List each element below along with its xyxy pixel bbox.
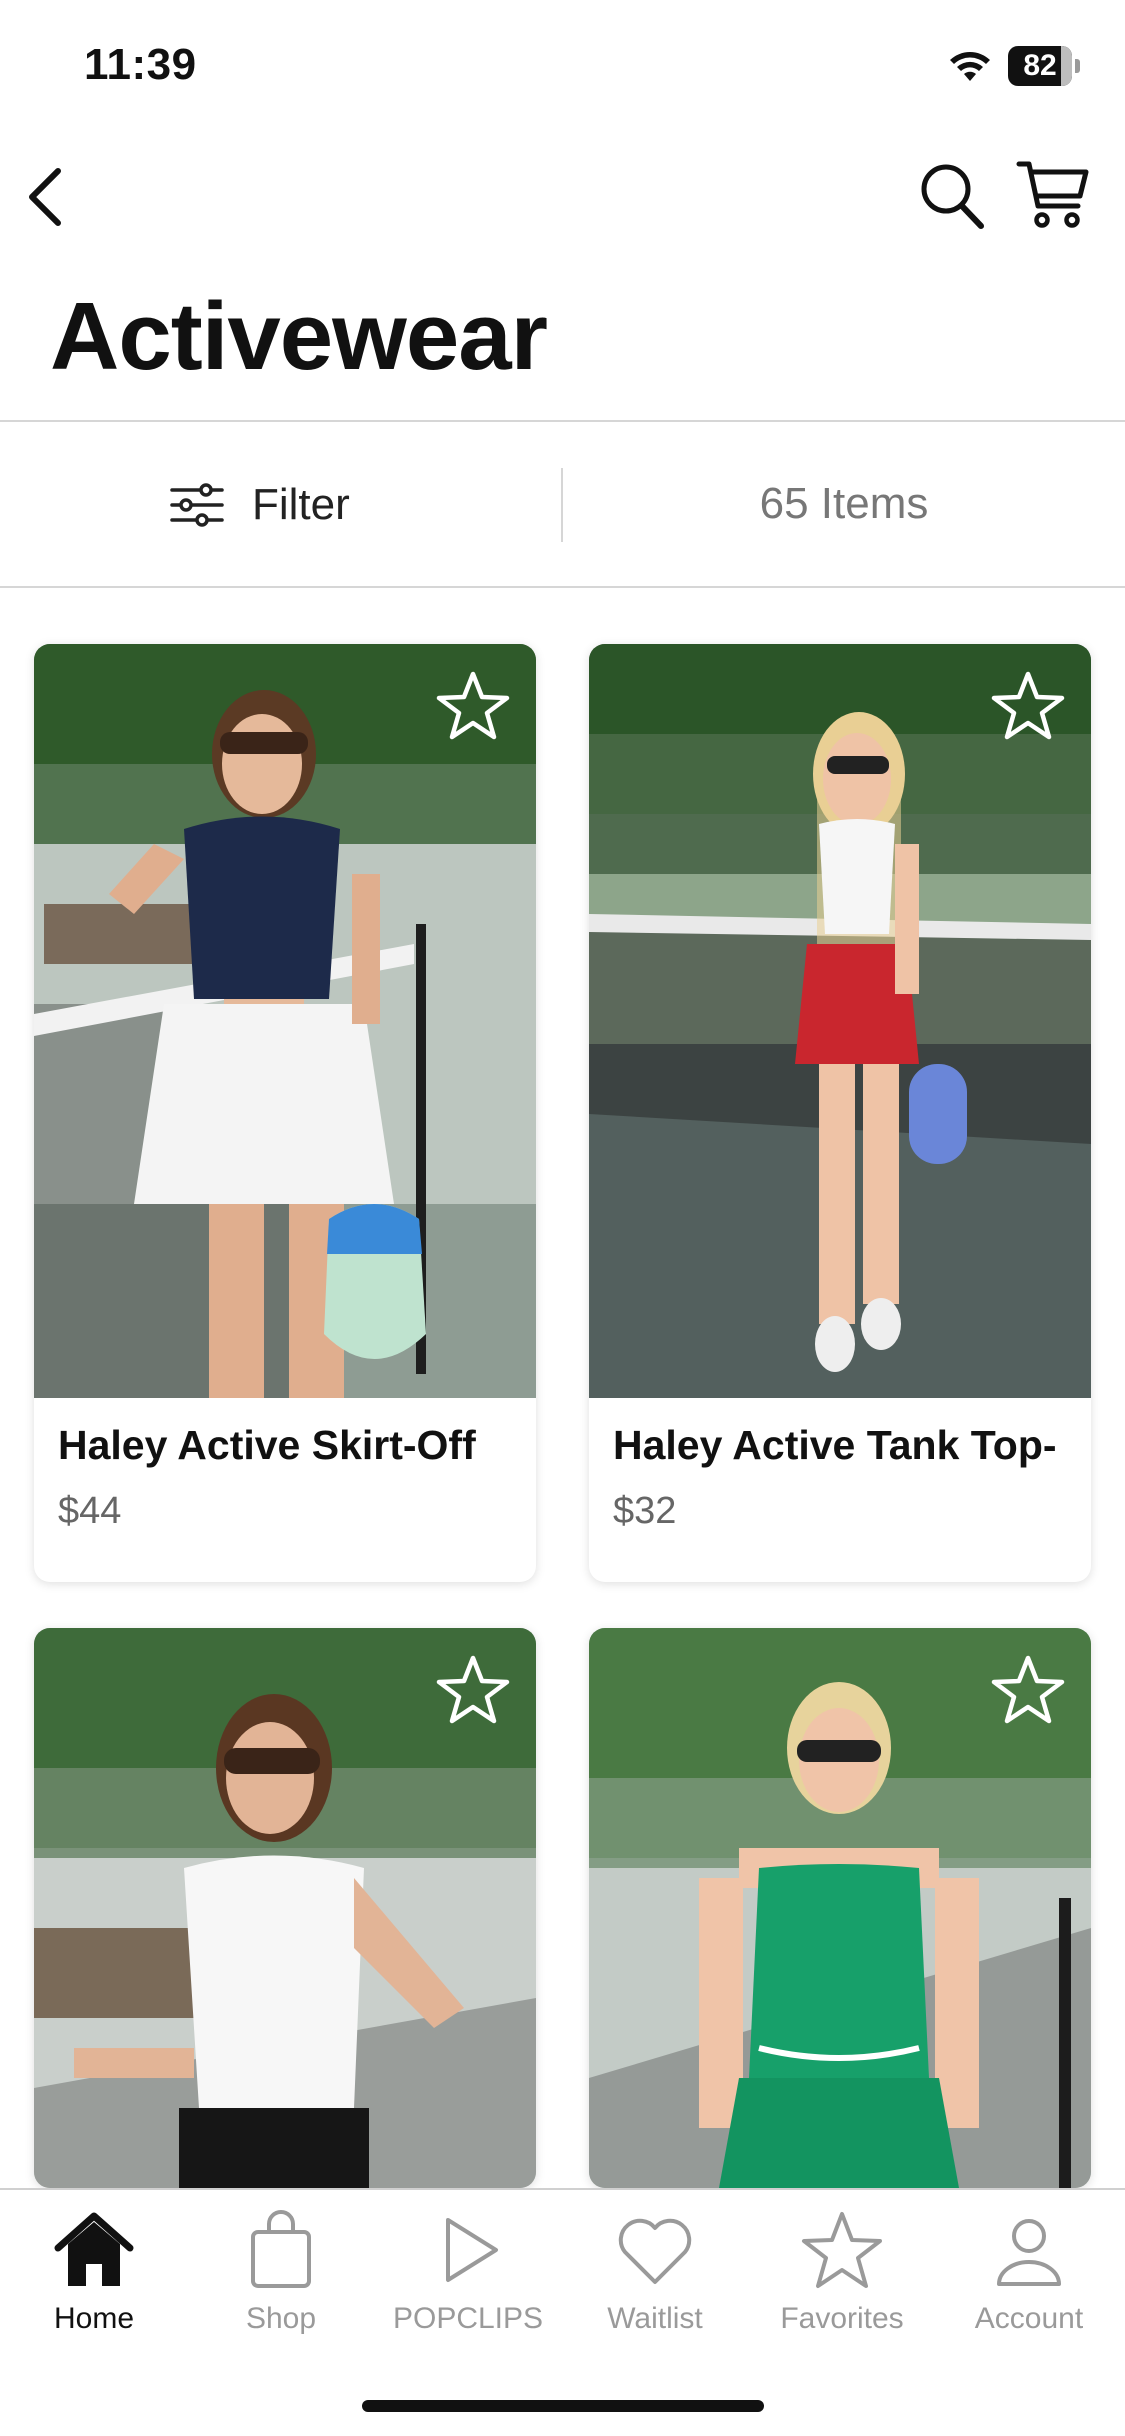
favorite-star-icon[interactable] [436,1654,510,1726]
product-card[interactable]: Haley Active Skirt-Off $44 [34,644,536,1582]
status-bar: 11:39 82 [0,0,1125,140]
items-count: 65 Items [759,479,929,528]
home-indicator [362,2400,764,2412]
back-arrow-icon[interactable] [22,165,66,229]
home-icon [54,2212,134,2286]
product-price: $32 [613,1490,677,1532]
status-time: 11:39 [84,40,197,89]
product-card[interactable] [589,1628,1091,2188]
product-name[interactable]: Haley Active Skirt-Off [58,1422,476,1469]
favorite-star-icon[interactable] [436,670,510,742]
tab-label: Home [53,2302,135,2335]
battery-percentage: 82 [1023,49,1057,82]
product-image[interactable] [589,644,1091,1398]
product-card[interactable] [34,1628,536,2188]
product-image[interactable] [34,644,536,1398]
tab-bar: Home Shop POPCLIPS Waitlist Favorites Ac… [0,2188,1125,2436]
battery-indicator: 82 [1008,46,1080,86]
tab-label: Account [974,2302,1084,2335]
tab-shop[interactable]: Shop [187,2208,375,2368]
play-icon [446,2218,498,2282]
tab-label: Favorites [780,2302,904,2335]
filter-sliders-icon [170,483,224,527]
cart-icon[interactable] [1016,158,1090,232]
tab-home[interactable]: Home [0,2208,188,2368]
favorite-star-icon[interactable] [991,1654,1065,1726]
filter-bar: Filter 65 Items [0,420,1125,588]
tab-popclips[interactable]: POPCLIPS [374,2208,562,2368]
person-icon [997,2219,1061,2286]
product-name[interactable]: Haley Active Tank Top- [613,1422,1057,1469]
tab-waitlist[interactable]: Waitlist [561,2208,749,2368]
page-title: Activewear [50,283,548,390]
tab-label: Waitlist [607,2302,703,2335]
shopping-bag-icon [251,2210,311,2288]
product-price: $44 [58,1490,122,1532]
search-icon[interactable] [918,160,986,232]
product-card[interactable]: Haley Active Tank Top- $32 [589,644,1091,1582]
favorite-star-icon[interactable] [991,670,1065,742]
tab-label: Shop [245,2302,317,2335]
heart-icon [618,2218,692,2284]
tab-label: POPCLIPS [392,2302,544,2335]
filter-button[interactable]: Filter [170,462,350,548]
wifi-icon [950,52,990,81]
filter-label: Filter [252,480,350,529]
star-icon [802,2212,882,2288]
tab-account[interactable]: Account [935,2208,1123,2368]
tab-favorites[interactable]: Favorites [748,2208,936,2368]
